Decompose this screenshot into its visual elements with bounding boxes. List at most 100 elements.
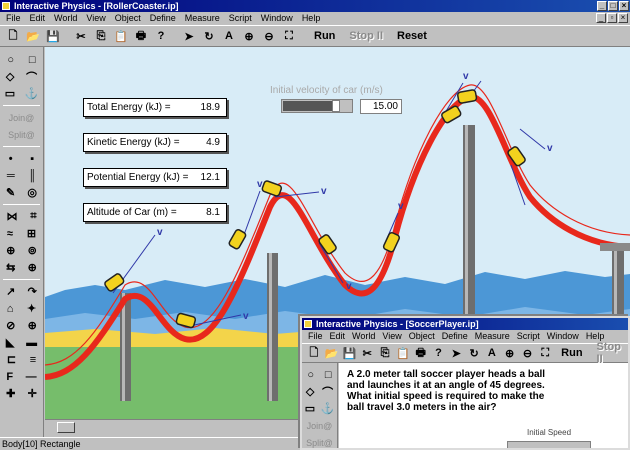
zoom-in-icon[interactable]: ⊕ (502, 345, 518, 362)
graph-tool-icon[interactable]: ◣ (6, 336, 14, 349)
kinetic-energy-meter[interactable]: Kinetic Energy (kJ) = 4.9 (83, 133, 227, 152)
torque-tool-icon[interactable]: ↷ (28, 285, 37, 298)
vertical-slot-tool-icon[interactable]: ║ (28, 170, 36, 182)
text-tool-icon[interactable]: A (220, 28, 238, 45)
run-button[interactable]: Run (555, 347, 588, 359)
soccer-player-window[interactable]: Interactive Physics - [SoccerPlayer.ip] … (300, 316, 630, 450)
doc-close-button[interactable]: × (618, 13, 628, 23)
fit-icon[interactable]: ⛶ (537, 345, 553, 362)
anchor-tool-icon[interactable]: ⚓ (25, 87, 39, 100)
force-tool-icon[interactable]: ↗ (6, 285, 15, 298)
line-tool-icon[interactable]: — (26, 371, 37, 383)
actuator-tool-icon[interactable]: ⇆ (6, 261, 15, 274)
rectangle-tool-icon[interactable]: ▭ (5, 87, 15, 100)
menu-edit[interactable]: Edit (30, 12, 46, 25)
rope-tool-icon[interactable]: ≈ (7, 228, 13, 240)
text-tool-icon[interactable]: A (484, 345, 500, 362)
xy-tool-icon[interactable]: F (6, 371, 13, 383)
circle-tool-icon[interactable]: ○ (7, 54, 14, 66)
menu-define[interactable]: Define (150, 12, 176, 25)
copy-icon[interactable]: ⎘ (92, 28, 110, 45)
menu-measure[interactable]: Measure (475, 330, 510, 343)
rod-tool-icon[interactable]: ⊞ (27, 227, 36, 240)
run-button[interactable]: Run (308, 30, 341, 42)
total-energy-meter[interactable]: Total Energy (kJ) = 18.9 (83, 98, 227, 117)
menu-help[interactable]: Help (302, 12, 321, 25)
menu-measure[interactable]: Measure (185, 12, 220, 25)
stop-button[interactable]: Stop II (591, 341, 628, 365)
velocity-slider[interactable] (281, 99, 353, 113)
zoom-out-icon[interactable]: ⊖ (520, 345, 536, 362)
curve-tool-icon[interactable]: ⌒ (26, 69, 37, 85)
square-tool-icon[interactable]: □ (29, 54, 36, 66)
zoom-out-icon[interactable]: ⊖ (260, 28, 278, 45)
vector-tool-icon[interactable]: ✚ (6, 387, 15, 400)
menu-object[interactable]: Object (409, 330, 435, 343)
close-button[interactable]: × (619, 1, 629, 11)
join-button[interactable]: Join@ (307, 421, 333, 431)
polygon-tool-icon[interactable]: ◇ (6, 70, 14, 83)
new-icon[interactable]: 🗋 (4, 28, 22, 45)
rotate-tool-icon[interactable]: ↻ (200, 28, 218, 45)
menu-file[interactable]: File (6, 12, 21, 25)
menu-script[interactable]: Script (229, 12, 252, 25)
print-icon[interactable]: 🖶 (413, 345, 429, 362)
pulley-tool-icon[interactable]: ⊕ (6, 244, 15, 257)
rotate-tool-icon[interactable]: ↻ (466, 345, 482, 362)
paste-icon[interactable]: 📋 (112, 28, 130, 45)
menu-view[interactable]: View (382, 330, 401, 343)
menu-define[interactable]: Define (442, 330, 468, 343)
open-icon[interactable]: 📂 (324, 345, 340, 362)
potential-energy-meter[interactable]: Potential Energy (kJ) = 12.1 (83, 168, 227, 187)
initial-speed-slider[interactable] (507, 441, 591, 448)
paste-icon[interactable]: 📋 (395, 345, 411, 362)
polygon-tool-icon[interactable]: ◇ (306, 385, 314, 398)
split-button[interactable]: Split@ (306, 438, 333, 448)
print-icon[interactable]: 🖶 (132, 28, 150, 45)
control-tool-icon[interactable]: ⊘ (6, 319, 15, 332)
copy-icon[interactable]: ⎘ (377, 345, 393, 362)
open-icon[interactable]: 📂 (24, 28, 42, 45)
menu-file[interactable]: File (308, 330, 323, 343)
scrollbar-thumb[interactable] (57, 422, 75, 433)
menu-edit[interactable]: Edit (330, 330, 346, 343)
meter-tool-icon[interactable]: ⌂ (7, 303, 14, 315)
new-icon[interactable]: 🗋 (306, 345, 322, 362)
curve-tool-icon[interactable]: ⌒ (322, 384, 333, 400)
help-icon[interactable]: ? (152, 28, 170, 45)
menu-object[interactable]: Object (115, 12, 141, 25)
rectangle-tool-icon[interactable]: ▭ (305, 402, 315, 415)
save-icon[interactable]: 💾 (342, 345, 358, 362)
menu-world[interactable]: World (352, 330, 375, 343)
text-box-tool-icon[interactable]: ≡ (30, 354, 36, 366)
altitude-meter[interactable]: Altitude of Car (m) = 8.1 (83, 203, 227, 222)
maximize-button[interactable]: □ (608, 1, 618, 11)
button-tool-icon[interactable]: ✦ (27, 302, 36, 315)
stop-button[interactable]: Stop II (343, 30, 389, 42)
marker-tool-icon[interactable]: ✛ (28, 387, 37, 400)
arrow-tool-icon[interactable]: ➤ (448, 345, 464, 362)
help-icon[interactable]: ? (431, 345, 447, 362)
cut-icon[interactable]: ✂ (359, 345, 375, 362)
menu-window[interactable]: Window (261, 12, 293, 25)
motor-tool-icon[interactable]: ◎ (27, 186, 37, 199)
menu-view[interactable]: View (86, 12, 105, 25)
gear-tool-icon[interactable]: ⊚ (28, 244, 37, 257)
minimize-button[interactable]: _ (597, 1, 607, 11)
separator-tool-icon[interactable]: ⊕ (28, 261, 37, 274)
circle-tool-icon[interactable]: ○ (307, 369, 314, 381)
reset-button[interactable]: Reset (391, 30, 433, 42)
slider-tool-icon[interactable]: ⊏ (7, 353, 16, 366)
point-tool-icon[interactable]: • (9, 153, 13, 165)
menu-window[interactable]: Window (547, 330, 579, 343)
velocity-slider-thumb[interactable] (332, 100, 340, 112)
pin-tool-icon[interactable]: ✎ (6, 186, 15, 199)
doc-restore-button[interactable]: ▫ (607, 13, 617, 23)
horizontal-scrollbar[interactable] (45, 419, 301, 435)
square-tool-icon[interactable]: □ (325, 369, 332, 381)
fit-icon[interactable]: ⛶ (280, 28, 298, 45)
square-point-tool-icon[interactable]: ▪ (30, 153, 34, 165)
menu-tool-icon[interactable]: ⊕ (28, 319, 37, 332)
velocity-value-input[interactable]: 15.00 (360, 99, 402, 114)
damper-tool-icon[interactable]: ⌗ (30, 210, 36, 223)
